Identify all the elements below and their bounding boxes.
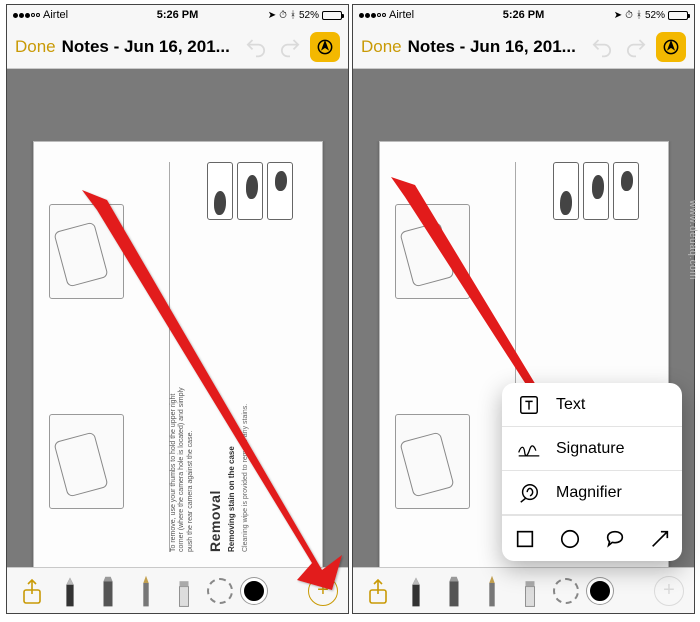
pen-tool[interactable]: [401, 572, 431, 610]
text-icon: [516, 394, 542, 416]
shape-arrow[interactable]: [649, 528, 671, 550]
clock: 5:26 PM: [353, 9, 694, 21]
screenshot-right: Airtel 5:26 PM ➤ ⏱ ᚼ 52% Done Notes - Ju…: [352, 4, 695, 614]
popup-item-text[interactable]: Text: [502, 383, 682, 427]
redo-button: [622, 33, 650, 61]
content-header-gray: [353, 69, 694, 141]
removal-paragraph: Cleaning wipe is provided to remove any …: [242, 332, 249, 553]
note-title: Notes - Jun 16, 201...: [62, 37, 230, 57]
popup-shapes-row: [502, 515, 682, 561]
status-bar: Airtel 5:26 PM ➤ ⏱ ᚼ 52%: [7, 5, 348, 25]
signature-icon: [516, 439, 542, 459]
eraser-tool[interactable]: [515, 572, 545, 610]
scanned-document[interactable]: To remove, use your thumbs to hold the u…: [33, 141, 323, 567]
stain-example-box: [553, 162, 579, 220]
instruction-illustration: [49, 205, 124, 300]
pen-tool[interactable]: [55, 572, 85, 610]
done-button[interactable]: Done: [361, 37, 402, 57]
share-button[interactable]: [17, 572, 47, 610]
scan-caption: To remove, use your thumbs to hold the u…: [170, 382, 195, 552]
redo-button: [276, 33, 304, 61]
undo-button: [242, 33, 270, 61]
shape-circle[interactable]: [559, 528, 581, 550]
shape-rectangle[interactable]: [514, 528, 536, 550]
note-title: Notes - Jun 16, 201...: [408, 37, 576, 57]
battery-icon: [322, 11, 342, 20]
removal-subheading: Removing stain on the case: [227, 332, 236, 553]
clock: 5:26 PM: [7, 9, 348, 21]
popup-item-magnifier[interactable]: Magnifier: [502, 471, 682, 515]
instruction-illustration: [395, 205, 470, 300]
markup-tool-button[interactable]: [656, 32, 686, 62]
color-picker[interactable]: [587, 578, 613, 604]
eraser-tool[interactable]: [169, 572, 199, 610]
magnifier-icon: [516, 482, 542, 504]
document-area[interactable]: To remove, use your thumbs to hold the u…: [7, 141, 348, 567]
shape-speech-bubble[interactable]: [604, 528, 626, 550]
stain-example-box: [237, 162, 263, 220]
add-annotation-button[interactable]: +: [654, 576, 684, 606]
marker-tool[interactable]: [439, 572, 469, 610]
lasso-tool[interactable]: [207, 578, 233, 604]
color-picker[interactable]: [241, 578, 267, 604]
pencil-tool[interactable]: [131, 572, 161, 610]
marker-tool[interactable]: [93, 572, 123, 610]
add-annotation-popup: Text Signature Magnifier: [502, 383, 682, 561]
nav-bar: Done Notes - Jun 16, 201...: [7, 25, 348, 69]
lasso-tool[interactable]: [553, 578, 579, 604]
pencil-tool[interactable]: [477, 572, 507, 610]
watermark: www.deuaq.com: [687, 200, 698, 280]
popup-label: Signature: [556, 440, 625, 458]
nav-bar: Done Notes - Jun 16, 201...: [353, 25, 694, 69]
content-header-gray: [7, 69, 348, 141]
popup-item-signature[interactable]: Signature: [502, 427, 682, 471]
popup-label: Magnifier: [556, 484, 622, 502]
status-bar: Airtel 5:26 PM ➤ ⏱ ᚼ 52%: [353, 5, 694, 25]
battery-icon: [668, 11, 688, 20]
stain-example-box: [207, 162, 233, 220]
instruction-illustration: [395, 415, 470, 510]
screenshot-left: Airtel 5:26 PM ➤ ⏱ ᚼ 52% Done Notes - Ju…: [6, 4, 349, 614]
markup-toolbar: +: [353, 567, 694, 613]
popup-label: Text: [556, 396, 585, 414]
done-button[interactable]: Done: [15, 37, 56, 57]
markup-toolbar: +: [7, 567, 348, 613]
removal-heading: Removal: [207, 332, 223, 553]
share-button[interactable]: [363, 572, 393, 610]
stain-example-box: [583, 162, 609, 220]
add-annotation-button[interactable]: +: [308, 576, 338, 606]
instruction-illustration: [49, 415, 124, 510]
undo-button: [588, 33, 616, 61]
stain-example-box: [267, 162, 293, 220]
stain-example-box: [613, 162, 639, 220]
markup-tool-button[interactable]: [310, 32, 340, 62]
